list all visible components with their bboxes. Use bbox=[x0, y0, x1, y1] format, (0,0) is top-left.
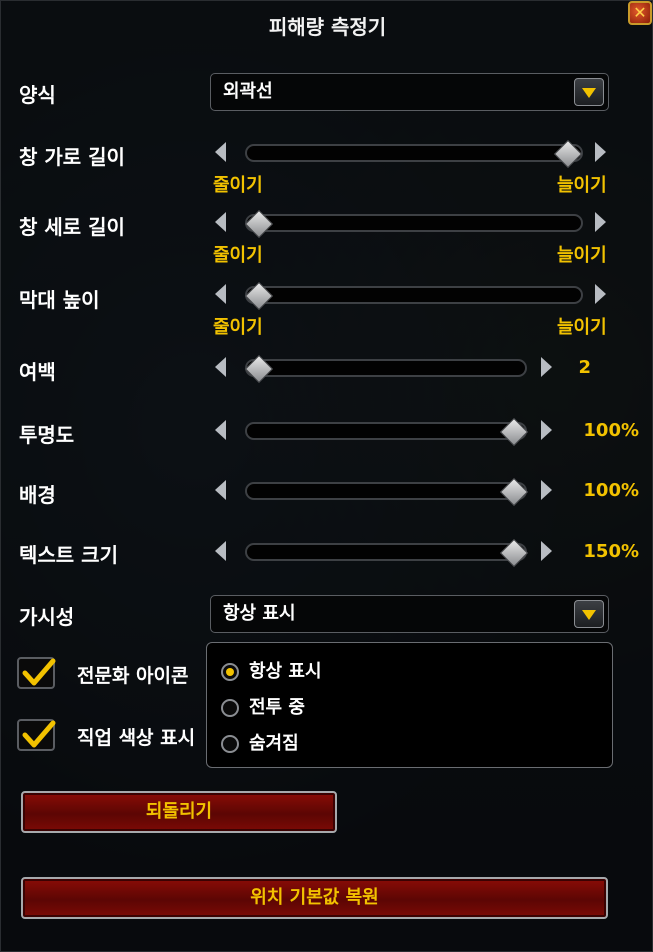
margin-slider[interactable] bbox=[245, 359, 527, 377]
opacity-decrease-icon[interactable] bbox=[215, 420, 226, 440]
specialization-icon-checkbox[interactable] bbox=[17, 657, 56, 689]
chevron-down-icon[interactable] bbox=[574, 78, 604, 106]
background-decrease-icon[interactable] bbox=[215, 480, 226, 500]
settings-window: 피해량 측정기 ✕ 양식 외곽선 창 가로 길이 줄이기 늘이기 창 세로 길이… bbox=[0, 0, 653, 952]
reset-button[interactable]: 되돌리기 bbox=[21, 791, 337, 833]
margin-decrease-icon[interactable] bbox=[215, 357, 226, 377]
radio-icon bbox=[221, 735, 239, 753]
bar-height-slider[interactable] bbox=[245, 286, 583, 304]
close-icon[interactable]: ✕ bbox=[628, 1, 652, 25]
opacity-value: 100% bbox=[583, 420, 639, 441]
window-height-decrease-icon[interactable] bbox=[215, 212, 226, 232]
window-height-min-label: 줄이기 bbox=[213, 245, 263, 266]
text-size-slider[interactable] bbox=[245, 543, 527, 561]
window-height-label: 창 세로 길이 bbox=[19, 215, 125, 239]
background-label: 배경 bbox=[19, 483, 56, 507]
visibility-option-combat[interactable]: 전투 중 bbox=[221, 693, 305, 719]
class-color-label: 직업 색상 표시 bbox=[77, 727, 196, 749]
text-size-label: 텍스트 크기 bbox=[19, 543, 118, 567]
visibility-dropdown[interactable]: 항상 표시 bbox=[210, 595, 609, 633]
bar-height-max-label: 늘이기 bbox=[557, 317, 607, 338]
margin-label: 여백 bbox=[19, 360, 56, 384]
window-title: 피해량 측정기 bbox=[268, 15, 387, 39]
style-dropdown[interactable]: 외곽선 bbox=[210, 73, 609, 111]
window-height-slider[interactable] bbox=[245, 214, 583, 232]
window-width-slider[interactable] bbox=[245, 144, 583, 162]
style-label: 양식 bbox=[19, 83, 56, 107]
chevron-down-icon[interactable] bbox=[574, 600, 604, 628]
visibility-option-always[interactable]: 항상 표시 bbox=[221, 657, 322, 683]
bar-height-label: 막대 높이 bbox=[19, 288, 100, 312]
radio-selected-icon bbox=[221, 663, 239, 681]
visibility-label: 가시성 bbox=[19, 605, 75, 629]
style-dropdown-value: 외곽선 bbox=[223, 81, 273, 102]
window-height-max-label: 늘이기 bbox=[557, 245, 607, 266]
opacity-increase-icon[interactable] bbox=[541, 420, 552, 440]
specialization-icon-label: 전문화 아이콘 bbox=[77, 665, 189, 687]
bar-height-decrease-icon[interactable] bbox=[215, 284, 226, 304]
bar-height-min-label: 줄이기 bbox=[213, 317, 263, 338]
visibility-options-popup: 항상 표시 전투 중 숨겨짐 bbox=[206, 642, 613, 768]
visibility-option-hidden[interactable]: 숨겨짐 bbox=[221, 729, 299, 755]
margin-value: 2 bbox=[578, 357, 591, 378]
text-size-decrease-icon[interactable] bbox=[215, 541, 226, 561]
text-size-value: 150% bbox=[583, 541, 639, 562]
background-value: 100% bbox=[583, 480, 639, 501]
margin-increase-icon[interactable] bbox=[541, 357, 552, 377]
window-height-increase-icon[interactable] bbox=[595, 212, 606, 232]
opacity-label: 투명도 bbox=[19, 423, 75, 447]
window-width-min-label: 줄이기 bbox=[213, 175, 263, 196]
class-color-checkbox[interactable] bbox=[17, 719, 56, 751]
window-width-max-label: 늘이기 bbox=[557, 175, 607, 196]
bar-height-increase-icon[interactable] bbox=[595, 284, 606, 304]
visibility-dropdown-value: 항상 표시 bbox=[223, 603, 296, 624]
text-size-increase-icon[interactable] bbox=[541, 541, 552, 561]
window-width-label: 창 가로 길이 bbox=[19, 145, 125, 169]
background-increase-icon[interactable] bbox=[541, 480, 552, 500]
window-width-increase-icon[interactable] bbox=[595, 142, 606, 162]
opacity-slider[interactable] bbox=[245, 422, 527, 440]
window-width-decrease-icon[interactable] bbox=[215, 142, 226, 162]
background-slider[interactable] bbox=[245, 482, 527, 500]
reset-position-button[interactable]: 위치 기본값 복원 bbox=[21, 877, 608, 919]
radio-icon bbox=[221, 699, 239, 717]
